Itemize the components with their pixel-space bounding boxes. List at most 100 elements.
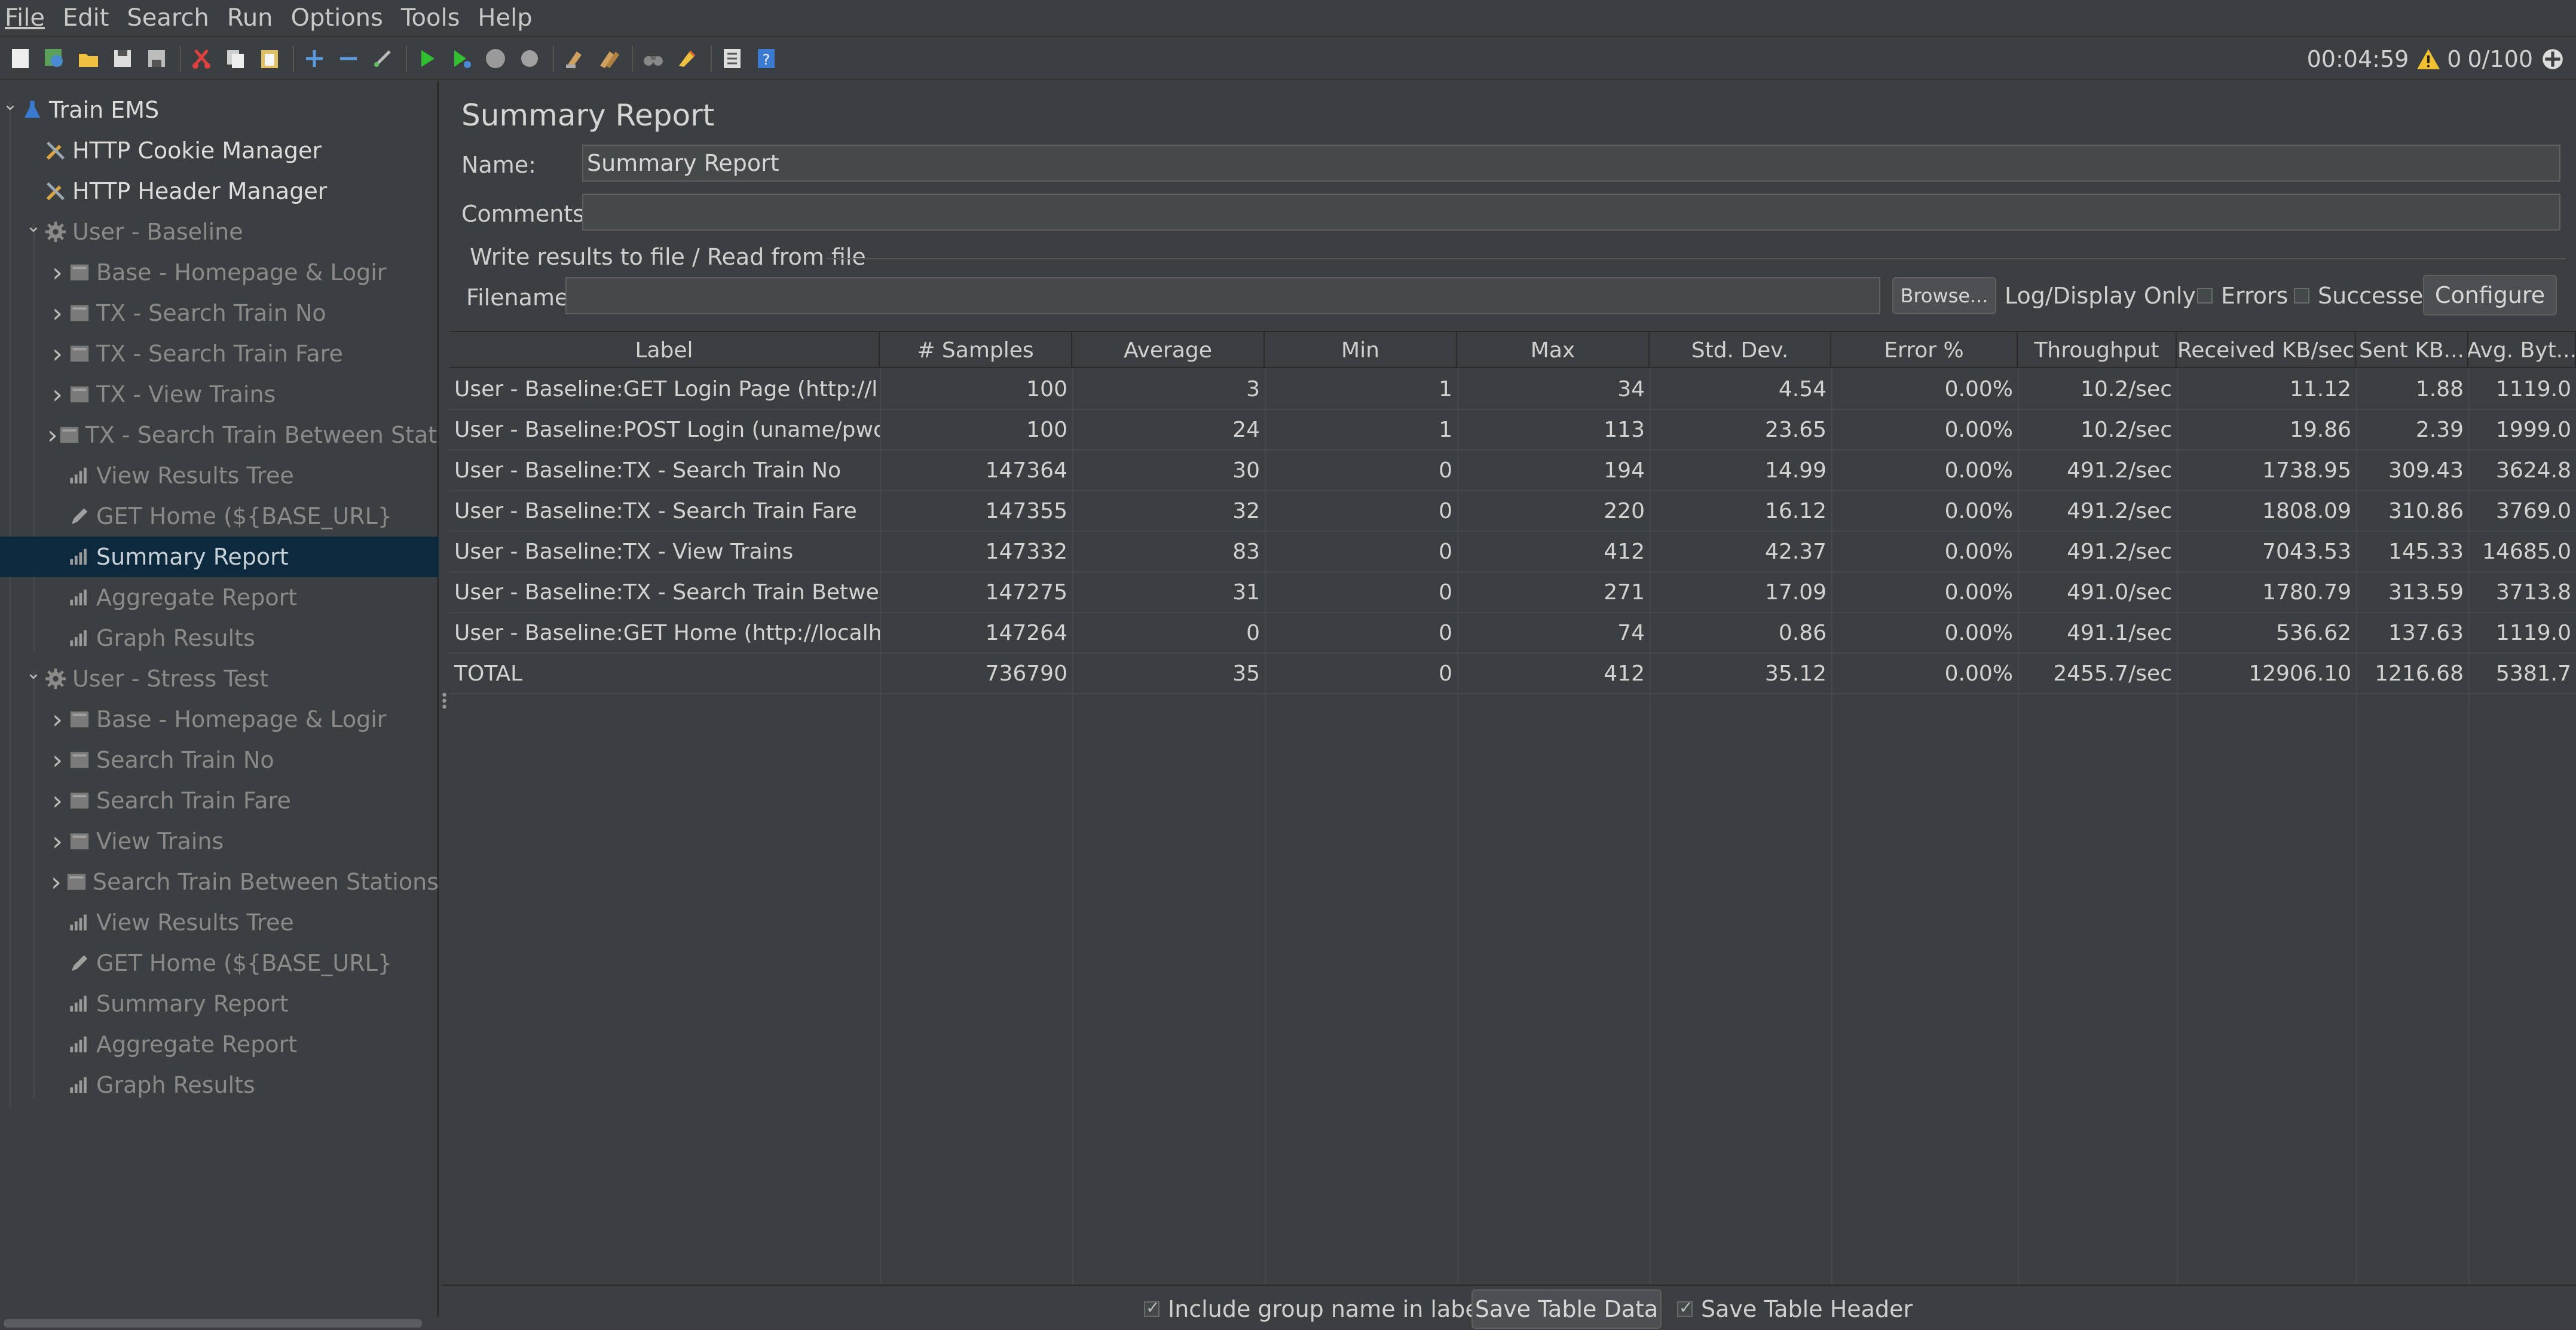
tree-item[interactable]: Aggregate Report xyxy=(0,577,439,618)
menu-search[interactable]: Search xyxy=(127,4,209,32)
summary-table[interactable]: Label # Samples Average Min Max Std. Dev. Erro… xyxy=(449,331,2576,1285)
column-header-error-pct[interactable]: Error % xyxy=(1831,332,2018,368)
new-icon[interactable] xyxy=(8,47,32,71)
save-table-data-button[interactable]: Save Table Data xyxy=(1471,1289,1662,1329)
errors-checkbox-box[interactable] xyxy=(2197,288,2213,304)
errors-checkbox[interactable]: Errors xyxy=(2197,277,2288,314)
comments-field[interactable] xyxy=(582,194,2560,231)
menu-file[interactable]: File xyxy=(5,4,45,32)
stop-icon[interactable] xyxy=(484,47,507,71)
column-header-received-kb[interactable]: Received KB/sec xyxy=(2177,332,2356,368)
menu-help[interactable]: Help xyxy=(478,4,532,32)
paste-icon[interactable] xyxy=(258,47,282,71)
copy-icon[interactable] xyxy=(224,47,247,71)
tree-item[interactable]: › Search Train Fare xyxy=(0,780,439,821)
chevron-right-icon[interactable]: › xyxy=(47,298,68,329)
column-header-samples[interactable]: # Samples xyxy=(880,332,1072,368)
tree-horizontal-scrollbar[interactable] xyxy=(0,1317,439,1330)
tree-item[interactable]: Graph Results xyxy=(0,1065,439,1105)
column-header-avg-bytes[interactable]: Avg. Byt... xyxy=(2468,332,2576,368)
successes-checkbox-box[interactable] xyxy=(2294,288,2309,304)
binoculars-icon[interactable] xyxy=(641,47,665,71)
column-header-label[interactable]: Label xyxy=(449,332,880,368)
chevron-down-icon[interactable]: ⌄ xyxy=(23,663,44,684)
name-field[interactable]: Summary Report xyxy=(582,145,2560,182)
save-table-header-checkbox[interactable]: Save Table Header xyxy=(1677,1291,1913,1328)
tree-item[interactable]: GET Home (${BASE_URL} xyxy=(0,943,439,983)
help-icon[interactable]: ? xyxy=(754,47,778,71)
expand-icon[interactable] xyxy=(302,47,326,71)
tree-item[interactable]: HTTP Cookie Manager xyxy=(0,130,439,171)
filename-field[interactable] xyxy=(565,277,1880,314)
column-header-throughput[interactable]: Throughput xyxy=(2018,332,2177,368)
tree-item[interactable]: View Results Tree xyxy=(0,455,439,496)
tree-item[interactable]: Summary Report xyxy=(0,537,439,577)
tree-item[interactable]: GET Home (${BASE_URL} xyxy=(0,496,439,537)
menu-tools[interactable]: Tools xyxy=(401,4,460,32)
include-group-name-box[interactable] xyxy=(1144,1298,1159,1317)
table-row[interactable]: User - Baseline:TX - Search Train No 1473… xyxy=(449,451,2576,491)
column-header-sent-kb[interactable]: Sent KB... xyxy=(2356,332,2468,368)
tree-item[interactable]: ⌄ Train EMS xyxy=(0,90,439,130)
tree-item[interactable]: › TX - View Trains xyxy=(0,374,439,415)
start-no-pause-icon[interactable] xyxy=(449,47,473,71)
open-icon[interactable] xyxy=(77,47,100,71)
tree-item[interactable]: › Search Train No xyxy=(0,740,439,780)
shutdown-icon[interactable] xyxy=(518,47,541,71)
tree-item[interactable]: Summary Report xyxy=(0,983,439,1024)
chevron-right-icon[interactable]: › xyxy=(47,379,68,410)
clear-all-icon[interactable] xyxy=(596,47,620,71)
table-row[interactable]: User - Baseline:POST Login (uname/pwo...… xyxy=(449,410,2576,451)
tree-item[interactable]: › TX - Search Train Fare xyxy=(0,333,439,374)
chevron-right-icon[interactable]: › xyxy=(47,745,68,776)
tree-item[interactable]: › Base - Homepage & Logir xyxy=(0,252,439,293)
tree-item[interactable]: › TX - Search Train No xyxy=(0,293,439,333)
templates-icon[interactable] xyxy=(42,47,66,71)
table-row[interactable]: User - Baseline:GET Home (http://localh.… xyxy=(449,613,2576,654)
menu-run[interactable]: Run xyxy=(227,4,273,32)
chevron-right-icon[interactable]: › xyxy=(47,867,65,897)
column-header-max[interactable]: Max xyxy=(1457,332,1650,368)
table-row[interactable]: User - Baseline:TX - Search Train Betwe.… xyxy=(449,572,2576,613)
save-table-header-box[interactable] xyxy=(1677,1298,1693,1317)
table-row[interactable]: User - Baseline:TX - View Trains 147332 83… xyxy=(449,532,2576,572)
include-group-name-checkbox[interactable]: Include group name in label? xyxy=(1144,1291,1497,1328)
tree-item[interactable]: ⌄ User - Baseline xyxy=(0,212,439,252)
table-row[interactable]: User - Baseline:TX - Search Train Fare 14… xyxy=(449,491,2576,532)
save-as-icon[interactable] xyxy=(145,47,169,71)
tree-item[interactable]: HTTP Header Manager xyxy=(0,171,439,212)
successes-checkbox[interactable]: Successes xyxy=(2294,277,2435,314)
chevron-right-icon[interactable]: › xyxy=(47,258,68,288)
save-icon[interactable] xyxy=(111,47,134,71)
chevron-right-icon[interactable]: › xyxy=(47,339,68,369)
toggle-icon[interactable] xyxy=(371,47,394,71)
warning-icon[interactable] xyxy=(2416,47,2441,72)
table-row[interactable]: User - Baseline:GET Login Page (http://l… xyxy=(449,369,2576,410)
chevron-down-icon[interactable]: ⌄ xyxy=(23,216,44,237)
tree-item[interactable]: › View Trains xyxy=(0,821,439,862)
chevron-right-icon[interactable]: › xyxy=(47,786,68,816)
menu-options[interactable]: Options xyxy=(291,4,383,32)
scrollbar-thumb[interactable] xyxy=(4,1319,422,1328)
cut-icon[interactable] xyxy=(189,47,213,71)
column-header-average[interactable]: Average xyxy=(1072,332,1265,368)
browse-button[interactable]: Browse... xyxy=(1892,277,1996,314)
table-total-row[interactable]: TOTAL 736790 35 0 412 35.12 0.00% 2455.7/sec 129… xyxy=(449,654,2576,694)
start-icon[interactable] xyxy=(415,47,439,71)
reset-search-icon[interactable] xyxy=(675,47,699,71)
chevron-right-icon[interactable]: › xyxy=(47,826,68,857)
collapse-icon[interactable] xyxy=(336,47,360,71)
column-header-min[interactable]: Min xyxy=(1265,332,1457,368)
tree-item[interactable]: › Search Train Between Stations xyxy=(0,862,439,902)
function-helper-icon[interactable] xyxy=(720,47,744,71)
clear-icon[interactable] xyxy=(562,47,586,71)
configure-button[interactable]: Configure xyxy=(2423,275,2557,315)
column-header-std-dev[interactable]: Std. Dev. xyxy=(1650,332,1831,368)
menu-edit[interactable]: Edit xyxy=(63,4,109,32)
chevron-right-icon[interactable]: › xyxy=(47,420,58,451)
tree-item[interactable]: Aggregate Report xyxy=(0,1024,439,1065)
tree-item[interactable]: View Results Tree xyxy=(0,902,439,943)
chevron-right-icon[interactable]: › xyxy=(47,704,68,735)
chevron-down-icon[interactable]: ⌄ xyxy=(0,94,20,115)
tree-item[interactable]: Graph Results xyxy=(0,618,439,658)
